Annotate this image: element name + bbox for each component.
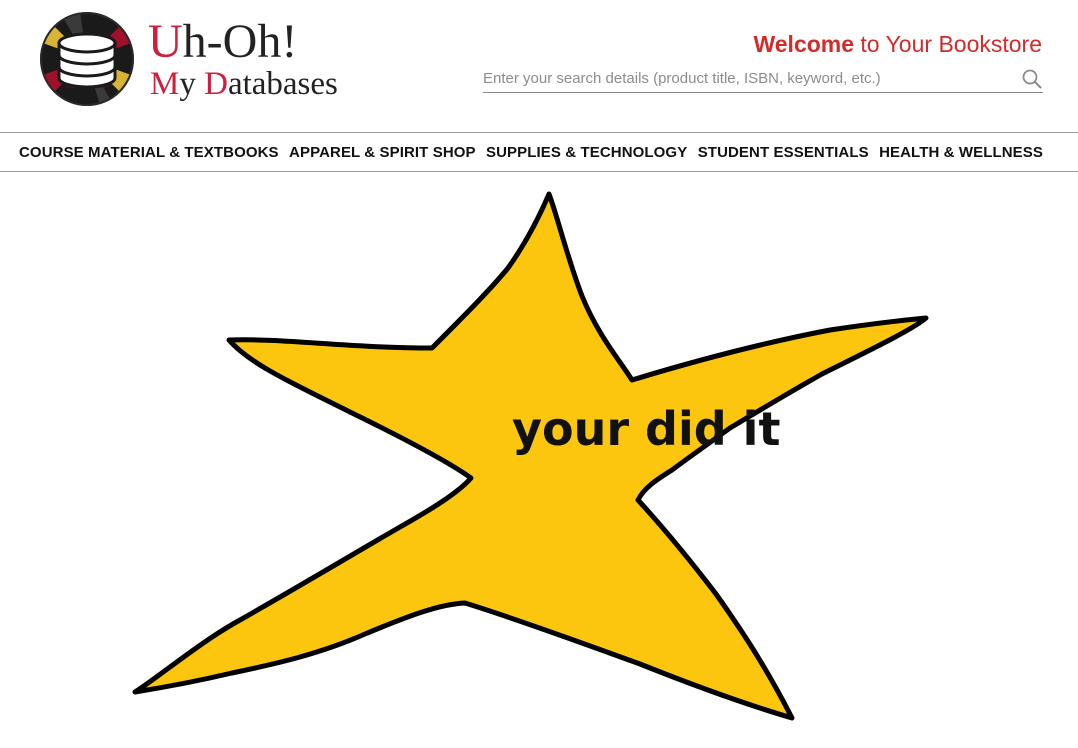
site-header: Uh-Oh! My Databases Welcome to Your Book… <box>0 0 1078 132</box>
nav-item-apparel[interactable]: APPAREL & SPIRIT SHOP <box>289 144 476 161</box>
nav-item-course-material[interactable]: COURSE MATERIAL & TEXTBOOKS <box>19 144 279 161</box>
brand-title[interactable]: Uh-Oh! <box>148 14 297 70</box>
search-icon[interactable] <box>1021 68 1043 90</box>
search-input[interactable] <box>483 66 1003 90</box>
brand-subtitle-initial-d: D <box>204 66 228 102</box>
nav-item-student-essentials[interactable]: STUDENT ESSENTIALS <box>698 144 869 161</box>
welcome-bold: Welcome <box>753 31 855 57</box>
brand-subtitle-rest: atabases <box>227 66 338 102</box>
database-logo-icon[interactable] <box>40 12 134 106</box>
nav-item-supplies[interactable]: SUPPLIES & TECHNOLOGY <box>486 144 687 161</box>
search-bar <box>483 66 1043 93</box>
star-image: your did it <box>132 191 929 721</box>
brand-title-initial: U <box>148 15 183 68</box>
star-shape <box>132 191 929 721</box>
brand-subtitle[interactable]: My Databases <box>150 64 338 104</box>
welcome-rest: to Your Bookstore <box>854 31 1042 57</box>
brand-subtitle-mid: y <box>179 66 205 102</box>
brand-subtitle-initial-m: M <box>150 66 180 102</box>
welcome-message: Welcome to Your Bookstore <box>753 28 1042 60</box>
brand-title-rest: h-Oh! <box>182 15 298 68</box>
main-nav: COURSE MATERIAL & TEXTBOOKS APPAREL & SP… <box>0 132 1078 172</box>
nav-item-health-wellness[interactable]: HEALTH & WELLNESS <box>879 144 1043 161</box>
nav-list: COURSE MATERIAL & TEXTBOOKS APPAREL & SP… <box>0 133 1078 171</box>
star-message: your did it <box>512 402 780 456</box>
